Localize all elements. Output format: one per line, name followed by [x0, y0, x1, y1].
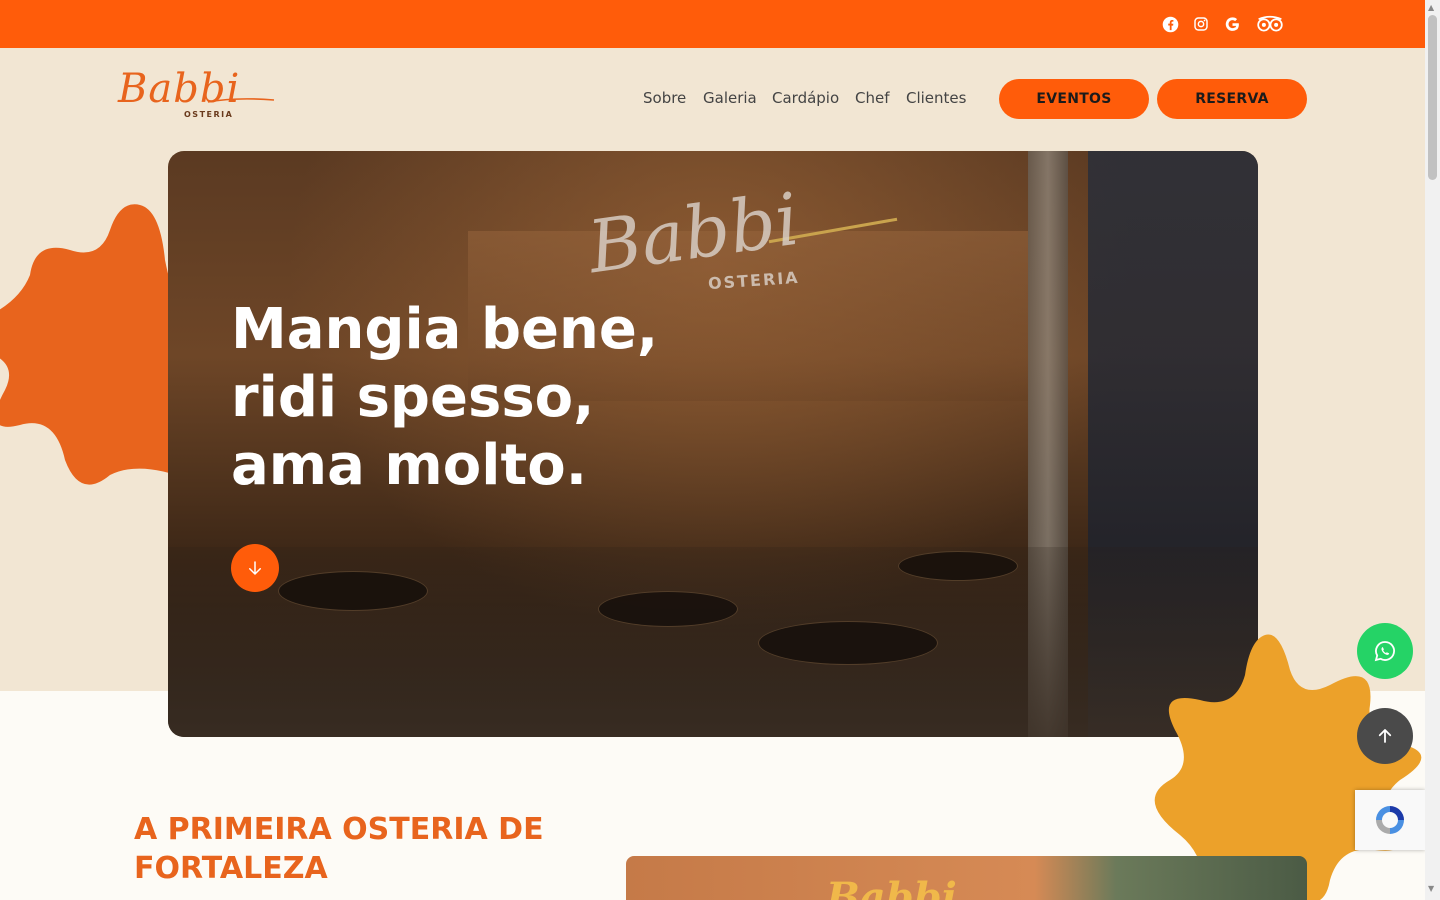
- whatsapp-icon: [1374, 641, 1395, 662]
- hero-title: Mangia bene, ridi spesso, ama molto.: [231, 296, 791, 500]
- page-scrollbar[interactable]: ▲ ▼: [1425, 0, 1440, 900]
- hero-title-line: Mangia bene,: [231, 297, 659, 362]
- hero-title-line: ama molto.: [231, 433, 587, 498]
- arrow-down-icon: [249, 561, 261, 575]
- nav-item-sobre[interactable]: Sobre: [643, 89, 686, 107]
- scrollbar-thumb[interactable]: [1428, 15, 1437, 180]
- tripadvisor-icon[interactable]: [1256, 13, 1284, 35]
- hero-table: [598, 591, 738, 627]
- logo-subtitle: OSTERIA: [184, 110, 234, 119]
- about-image: Babbi: [626, 856, 1307, 900]
- scroll-up-arrow-icon[interactable]: ▲: [1428, 3, 1434, 12]
- decorative-star-left: [0, 204, 190, 485]
- nav-item-clientes[interactable]: Clientes: [906, 89, 966, 107]
- top-social-bar: [0, 0, 1425, 48]
- recaptcha-icon: [1376, 806, 1404, 834]
- logo-swash: [207, 98, 275, 103]
- arrow-up-icon: [1378, 729, 1392, 743]
- hero-title-line: ridi spesso,: [231, 365, 595, 430]
- nav-item-galeria[interactable]: Galeria: [703, 89, 757, 107]
- events-button[interactable]: EVENTOS: [999, 79, 1149, 119]
- back-to-top-button[interactable]: [1357, 708, 1413, 764]
- google-icon[interactable]: [1221, 13, 1243, 35]
- hero-table: [758, 621, 938, 665]
- recaptcha-badge[interactable]: [1355, 790, 1425, 850]
- facebook-icon[interactable]: [1159, 13, 1181, 35]
- reserve-button[interactable]: RESERVA: [1157, 79, 1307, 119]
- whatsapp-button[interactable]: [1357, 623, 1413, 679]
- about-image-sign: Babbi: [826, 874, 957, 900]
- nav-item-chef[interactable]: Chef: [855, 89, 890, 107]
- instagram-icon[interactable]: [1190, 13, 1212, 35]
- scroll-down-arrow-icon[interactable]: ▼: [1428, 884, 1434, 893]
- scroll-down-button[interactable]: [231, 544, 279, 592]
- hero-table: [898, 551, 1018, 581]
- logo[interactable]: Babbi OSTERIA: [116, 66, 276, 126]
- nav-item-cardapio[interactable]: Cardápio: [772, 89, 839, 107]
- about-title: A PRIMEIRA OSTERIA DE FORTALEZA: [134, 812, 544, 886]
- hero-table: [278, 571, 428, 611]
